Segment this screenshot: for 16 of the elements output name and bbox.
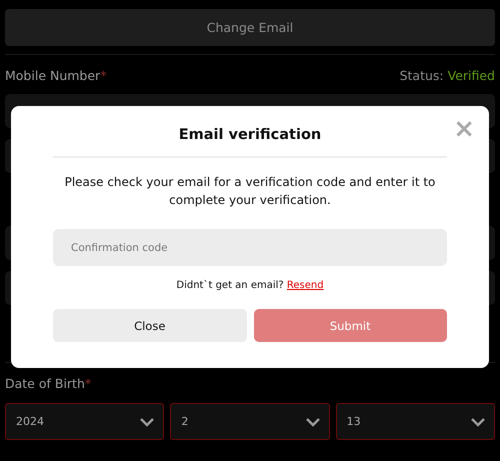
- message-text: Please check your email for a verification code and enter it to complete your verification.: [64, 174, 436, 209]
- resend-text: Didnt`t get an email? Resend: [176, 280, 324, 291]
- field-label: Mobile Number*: [5, 68, 106, 82]
- chevron-down-icon: [470, 416, 486, 426]
- close-button[interactable]: Close: [53, 309, 246, 342]
- field-label: Date of Birth*: [5, 376, 92, 390]
- dropdown[interactable]: 13: [336, 403, 495, 440]
- modal-title: Email verification: [178, 127, 322, 143]
- chevron-down-icon: [139, 416, 156, 426]
- dropdown[interactable]: 2: [170, 403, 330, 440]
- change-email-button[interactable]: Change Email: [5, 9, 495, 46]
- resend-link[interactable]: Resend: [286, 280, 324, 291]
- status-text: Status: Verified: [400, 68, 495, 82]
- dropdown[interactable]: 2024: [5, 403, 164, 440]
- chevron-down-icon: [304, 416, 321, 426]
- input-field[interactable]: Confirmation code: [53, 229, 447, 266]
